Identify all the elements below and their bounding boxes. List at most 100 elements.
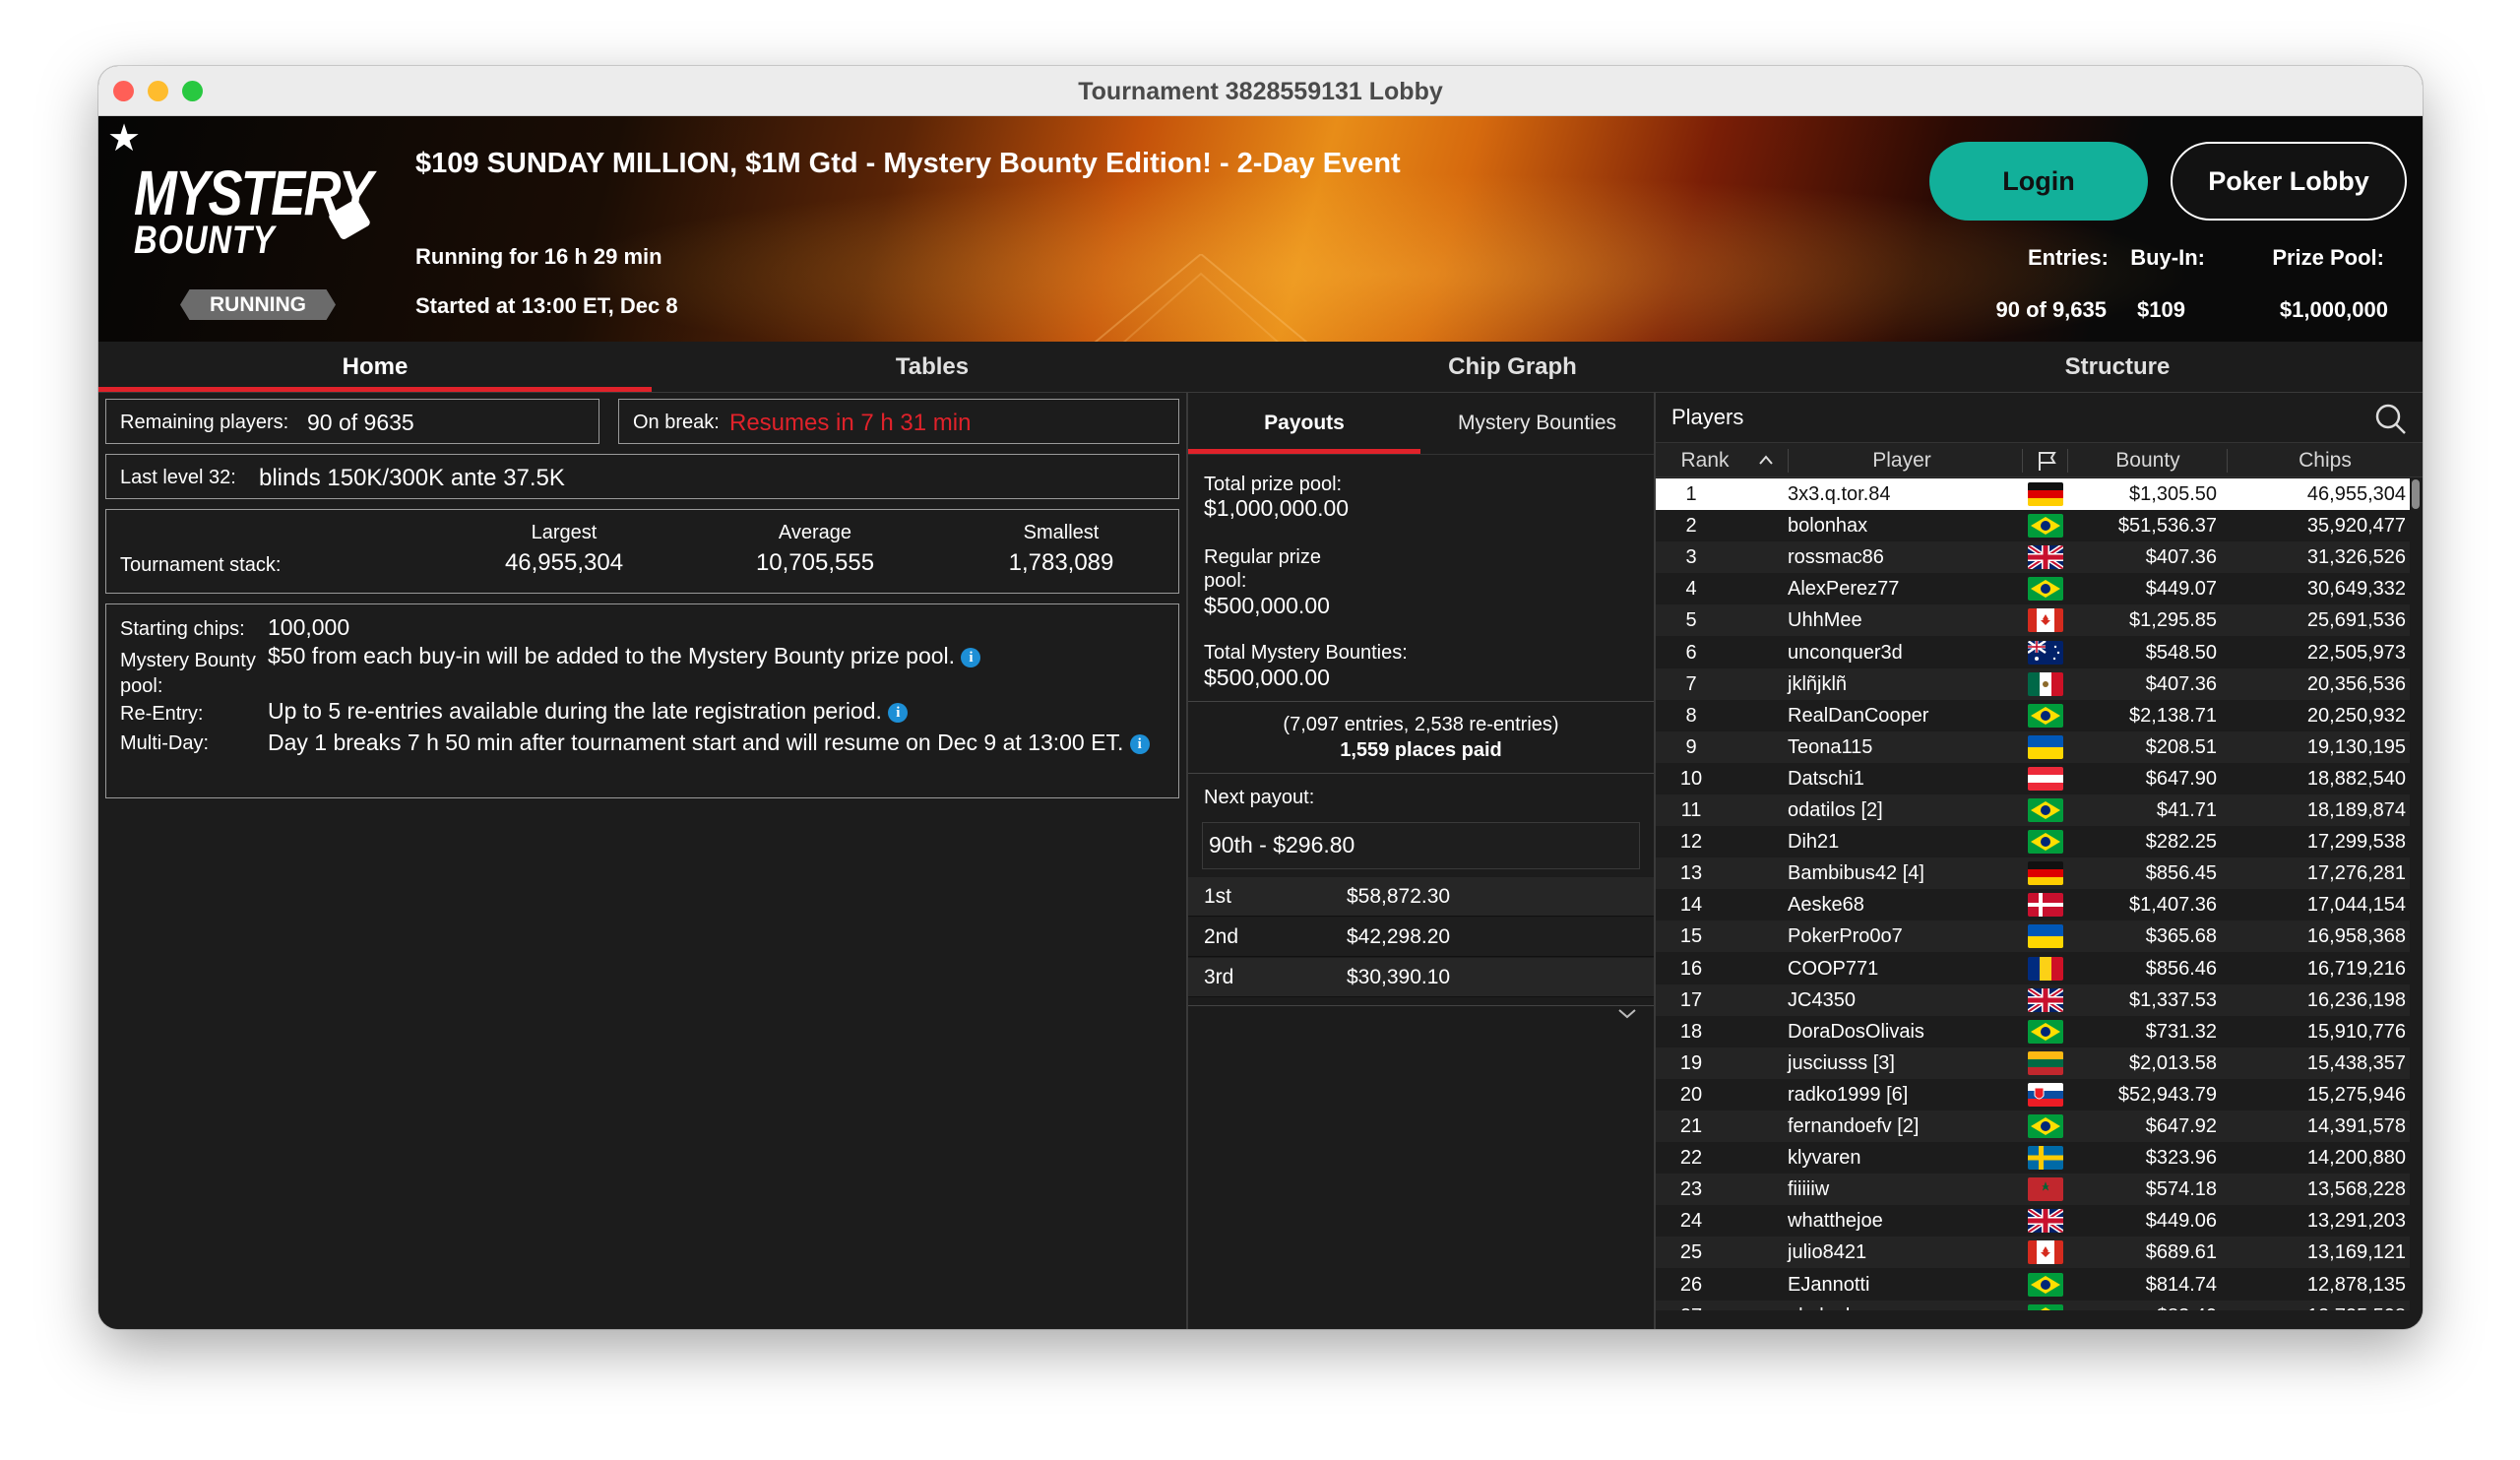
column-bounty[interactable]: Bounty (2089, 443, 2207, 478)
column-rank[interactable]: Rank (1666, 443, 1744, 478)
total-mystery-label: Total Mystery Bounties: (1204, 642, 1408, 664)
last-level-box: Last level 32: blinds 150K/300K ante 37.… (105, 454, 1179, 499)
start-time: Started at 13:00 ET, Dec 8 (415, 293, 678, 318)
country-flag-icon (2028, 1114, 2063, 1138)
column-player[interactable]: Player (1843, 443, 1961, 478)
players-table-header: Rank Player Bounty Chips (1656, 442, 2423, 477)
home-panel: Remaining players: 90 of 9635 On break: … (98, 393, 1186, 1329)
last-level-label: Last level 32: (120, 467, 236, 488)
player-row[interactable]: 24 whatthejoe $449.06 13,291,203 (1656, 1205, 2410, 1238)
player-row[interactable]: 11 odatilos [2] $41.71 18,189,874 (1656, 794, 2410, 826)
tab-mystery-bounties[interactable]: Mystery Bounties (1420, 393, 1654, 454)
player-row[interactable]: 19 jusciusss [3] $2,013.58 15,438,357 (1656, 1047, 2410, 1079)
player-row[interactable]: 1 3x3.q.tor.84 $1,305.50 46,955,304 (1656, 478, 2410, 510)
player-bounty: $323.96 (2145, 1147, 2217, 1170)
mystery-pool-label: Mystery Bounty pool: (120, 650, 256, 697)
player-bounty: $83.40 (2069, 1301, 2217, 1310)
player-name: odatilos [2] (1788, 799, 1883, 821)
player-row[interactable]: 15 PokerPro0o7 $365.68 16,958,368 (1656, 920, 2410, 953)
tab-tables[interactable]: Tables (652, 342, 1213, 393)
player-name: whatthejoe (1788, 1210, 1883, 1233)
tab-payouts[interactable]: Payouts (1188, 393, 1420, 454)
player-name: jusciusss [3] (1788, 1051, 1895, 1074)
info-icon[interactable]: i (961, 647, 981, 667)
players-scrollbar[interactable] (2412, 479, 2420, 509)
player-row[interactable]: 2 bolonhax $51,536.37 35,920,477 (1656, 510, 2410, 542)
title-bar: Tournament 3828559131 Lobby (98, 66, 2423, 116)
player-rank: 23 (1679, 1178, 1703, 1201)
status-badge: RUNNING (180, 289, 336, 320)
player-bounty: $52,943.79 (2117, 1083, 2217, 1106)
player-row[interactable]: 20 radko1999 [6] $52,943.79 15,275,946 (1656, 1078, 2410, 1111)
info-icon[interactable]: i (1129, 733, 1150, 754)
player-name: klyvaren (1788, 1147, 1861, 1170)
multiday-label: Multi-Day: (120, 732, 210, 754)
player-row[interactable]: 14 Aeske68 $1,407.36 17,044,154 (1656, 889, 2410, 921)
window-title: Tournament 3828559131 Lobby (1078, 78, 1443, 105)
player-row[interactable]: 8 RealDanCooper $2,138.71 20,250,932 (1656, 699, 2410, 731)
player-row[interactable]: 13 Bambibus42 [4] $856.45 17,276,281 (1656, 857, 2410, 890)
total-mystery-value: $500,000.00 (1204, 665, 1330, 690)
player-name: UhhMee (1788, 609, 1862, 632)
starting-chips-value: 100,000 (268, 614, 350, 640)
running-time: Running for 16 h 29 min (415, 244, 662, 269)
country-flag-icon (2028, 830, 2063, 855)
player-row[interactable]: 7 jklñjklñ $407.36 20,356,536 (1656, 667, 2410, 700)
info-icon[interactable]: i (888, 702, 909, 723)
payout-table: 1st $58,872.30 2nd $42,298.20 3rd $30,390.10 (1188, 877, 1654, 1000)
player-row[interactable]: 4 AlexPerez77 $449.07 30,649,332 (1656, 573, 2410, 605)
player-row[interactable]: 5 UhhMee $1,295.85 25,691,536 (1656, 604, 2410, 637)
player-rank: 21 (1679, 1115, 1703, 1137)
player-bounty: $1,295.85 (2129, 609, 2217, 632)
player-row[interactable]: 10 Datschi1 $647.90 18,882,540 (1656, 762, 2410, 794)
player-row[interactable]: 17 JC4350 $1,337.53 16,236,198 (1656, 984, 2410, 1016)
player-rank: 24 (1679, 1210, 1703, 1233)
player-name: jklñjklñ (1788, 672, 1848, 695)
player-row[interactable]: 27 ola.kmkz $83.40 12,725,508 (1656, 1300, 2410, 1310)
country-flag-icon (2028, 1082, 2063, 1107)
player-chips: 15,438,357 (2306, 1051, 2406, 1074)
column-chips[interactable]: Chips (2266, 443, 2384, 478)
player-rank: 2 (1685, 515, 1697, 538)
tab-structure[interactable]: Structure (1812, 342, 2423, 393)
player-row[interactable]: 25 julio8421 $689.61 13,169,121 (1656, 1237, 2410, 1269)
player-row[interactable]: 3 rossmac86 $407.36 31,326,526 (1656, 541, 2410, 574)
tournament-title: $109 SUNDAY MILLION, $1M Gtd - Mystery B… (415, 148, 1401, 179)
player-chips: 15,275,946 (2306, 1083, 2406, 1106)
player-row[interactable]: 23 fiiiiiw $574.18 13,568,228 (1656, 1174, 2410, 1206)
player-row[interactable]: 16 COOP771 $856.46 16,719,216 (1656, 952, 2410, 984)
player-rank: 26 (1679, 1273, 1703, 1296)
search-icon[interactable] (2374, 403, 2408, 436)
break-countdown: Resumes in 7 h 31 min (729, 410, 972, 436)
chevron-down-icon[interactable] (1616, 1007, 1638, 1021)
payout-amount: $30,390.10 (1347, 966, 1451, 988)
player-chips: 13,169,121 (2306, 1241, 2406, 1264)
player-name: Dih21 (1788, 831, 1840, 854)
player-bounty: $548.50 (2145, 641, 2217, 664)
player-chips: 25,691,536 (2306, 609, 2406, 632)
player-row[interactable]: 9 Teona115 $208.51 19,130,195 (1656, 730, 2410, 763)
player-chips: 18,882,540 (2306, 767, 2406, 790)
player-row[interactable]: 22 klyvaren $323.96 14,200,880 (1656, 1142, 2410, 1174)
flag-column-icon[interactable] (2036, 450, 2057, 472)
player-row[interactable]: 18 DoraDosOlivais $731.32 15,910,776 (1656, 1015, 2410, 1047)
payout-amount: $58,872.30 (1347, 885, 1451, 908)
sort-ascending-icon[interactable] (1758, 454, 1774, 466)
poker-lobby-button[interactable]: Poker Lobby (2171, 142, 2407, 221)
player-rank: 25 (1679, 1241, 1703, 1264)
player-rank: 13 (1679, 862, 1703, 885)
tab-home[interactable]: Home (98, 342, 652, 393)
login-button[interactable]: Login (1929, 142, 2148, 221)
country-flag-icon (2028, 1019, 2063, 1044)
player-row[interactable]: 26 EJannotti $814.74 12,878,135 (1656, 1268, 2410, 1301)
tab-chip-graph[interactable]: Chip Graph (1213, 342, 1812, 393)
player-rank: 5 (1685, 609, 1697, 632)
player-name: 3x3.q.tor.84 (1788, 483, 1891, 505)
player-chips: 31,326,526 (2306, 546, 2406, 569)
reentry-text: Up to 5 re-entries available during the … (268, 698, 909, 725)
player-chips: 17,044,154 (2306, 894, 2406, 917)
player-row[interactable]: 6 unconquer3d $548.50 22,505,973 (1656, 636, 2410, 668)
player-row[interactable]: 21 fernandoefv [2] $647.92 14,391,578 (1656, 1111, 2410, 1142)
favorite-star-icon[interactable]: ★ (107, 116, 141, 160)
player-row[interactable]: 12 Dih21 $282.25 17,299,538 (1656, 826, 2410, 858)
